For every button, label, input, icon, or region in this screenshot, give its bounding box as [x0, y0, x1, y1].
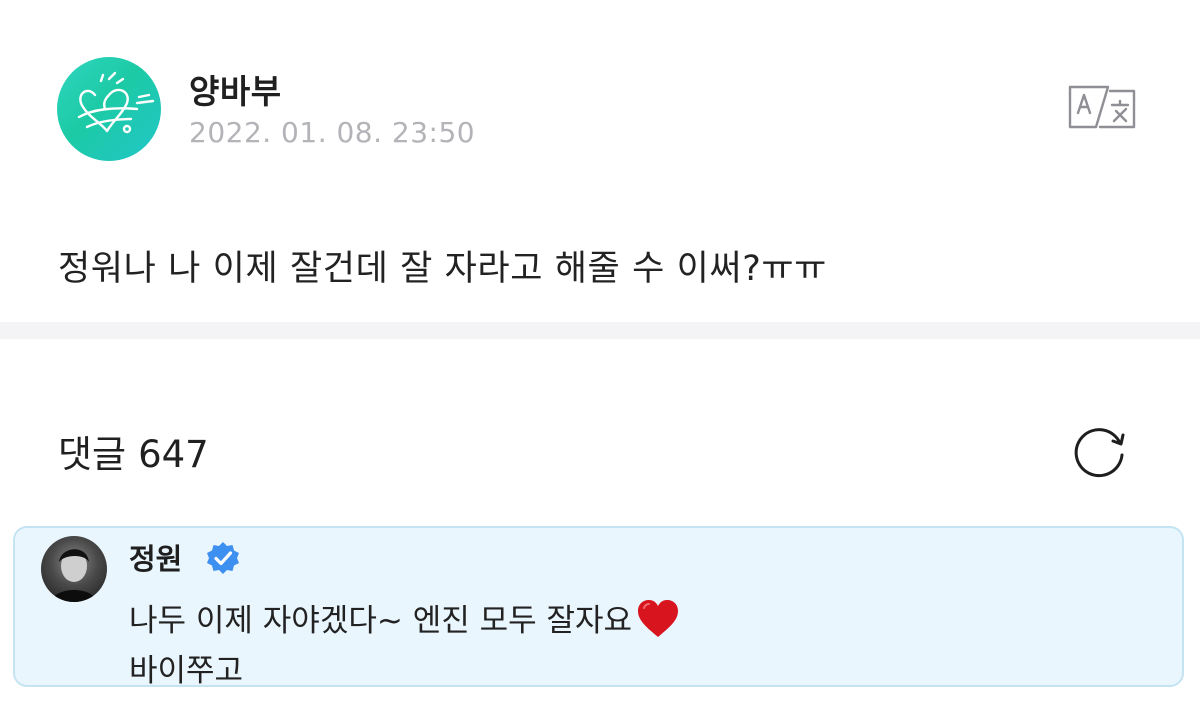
comment-line-1: 나두 이제 자야겠다~ 엔진 모두 잘자요 — [129, 596, 680, 646]
red-heart-icon — [638, 600, 679, 637]
refresh-icon — [1074, 428, 1125, 478]
verified-badge-icon — [207, 542, 239, 574]
comment-line-1-text: 나두 이제 자야겠다~ 엔진 모두 잘자요 — [129, 603, 633, 639]
refresh-button[interactable] — [1072, 423, 1130, 481]
comment-line-2: 바이쭈고 — [129, 653, 244, 687]
translate-icon — [1068, 85, 1136, 129]
heart-doodle-avatar-icon — [77, 71, 155, 134]
comment-text: 나두 이제 자야겠다~ 엔진 모두 잘자요 바이쭈고 — [129, 596, 680, 687]
author-name[interactable]: 양바부 — [189, 65, 282, 113]
commenter-name[interactable]: 정원 — [129, 536, 182, 578]
post-timestamp: 2022. 01. 08. 23:50 — [189, 116, 476, 149]
profile-photo-icon — [51, 549, 97, 602]
highlighted-comment[interactable]: 정원 나두 이제 자야겠다~ 엔진 모두 잘자요 바이쭈고 — [13, 526, 1184, 687]
comments-header: 댓글 647 — [58, 424, 209, 478]
author-avatar[interactable] — [57, 57, 161, 161]
comments-label: 댓글 — [58, 433, 127, 476]
post-body-text: 정워나 나 이제 잘건데 잘 자라고 해줄 수 이써?ㅠㅠ — [58, 249, 827, 289]
translate-button[interactable] — [1066, 83, 1138, 131]
comments-count: 647 — [138, 433, 209, 476]
post-header: 양바부 2022. 01. 08. 23:50 — [57, 57, 1144, 161]
commenter-avatar[interactable] — [41, 536, 107, 602]
section-divider — [0, 322, 1200, 339]
